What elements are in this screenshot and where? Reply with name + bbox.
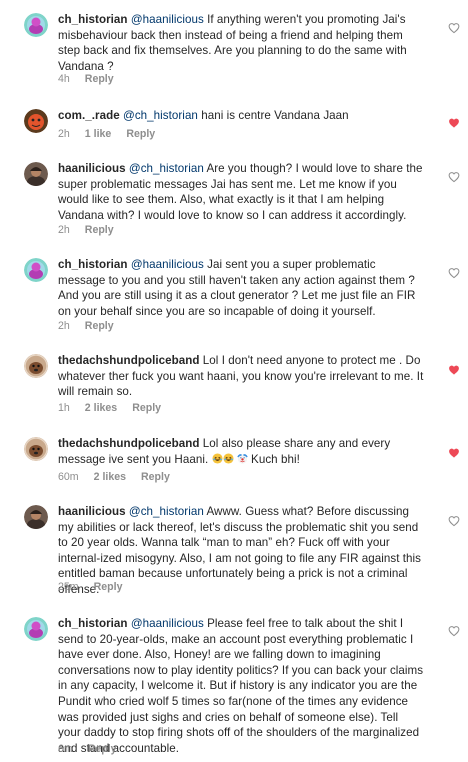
heart-icon[interactable] [448, 447, 460, 459]
reply-button[interactable]: Reply [88, 743, 117, 756]
grinning-squinting-face-emoji [212, 453, 223, 464]
comment-timestamp: 1h [58, 402, 70, 414]
mention-link[interactable]: @haanilicious [131, 13, 204, 26]
reply-button[interactable]: Reply [126, 128, 155, 141]
comment-timestamp: 4h [58, 73, 70, 85]
comment-meta: 2h Reply [58, 224, 114, 237]
comment-timestamp: 25m [58, 581, 79, 593]
comment-timestamp: 2h [58, 128, 70, 140]
reply-button[interactable]: Reply [141, 471, 170, 484]
heart-icon[interactable] [448, 267, 460, 279]
mention-link[interactable]: @ch_historian [129, 162, 204, 175]
comment-timestamp: 60m [58, 471, 79, 483]
comment-text: ch_historian @haanilicious If anything w… [58, 12, 424, 74]
grinning-squinting-face-emoji [223, 453, 234, 464]
mention-link[interactable]: @ch_historian [123, 109, 198, 122]
comment-text: com._.rade @ch_historian hani is centre … [58, 108, 424, 124]
avatar[interactable] [24, 505, 48, 529]
mention-link[interactable]: @haanilicious [131, 258, 204, 271]
comment-username[interactable]: thedachshundpoliceband [58, 354, 200, 367]
avatar[interactable] [24, 162, 48, 186]
heart-icon[interactable] [448, 22, 460, 34]
comment-meta: 2h Reply [58, 320, 114, 333]
comment-text: thedachshundpoliceband Lol also please s… [58, 436, 424, 467]
comment-timestamp: 2h [58, 224, 70, 236]
comment-meta: 60m 2 likes Reply [58, 471, 170, 484]
avatar[interactable] [24, 109, 48, 133]
avatar[interactable] [24, 617, 48, 641]
comment-text: thedachshundpoliceband Lol I don't need … [58, 353, 424, 400]
mention-link[interactable]: @haanilicious [131, 617, 204, 630]
comment-username[interactable]: haanilicious [58, 505, 126, 518]
comment-meta: 4h Reply [58, 73, 114, 86]
mention-link[interactable]: @ch_historian [129, 505, 204, 518]
heart-icon[interactable] [448, 625, 460, 637]
reply-button[interactable]: Reply [85, 224, 114, 237]
clown-face-emoji [237, 453, 248, 464]
heart-icon[interactable] [448, 515, 460, 527]
comment-username[interactable]: haanilicious [58, 162, 126, 175]
like-count[interactable]: 2 likes [85, 402, 117, 415]
comment-meta: 1h 2 likes Reply [58, 402, 161, 415]
avatar[interactable] [24, 13, 48, 37]
comment-body-end: Kuch bhi! [247, 452, 300, 466]
comment-text: ch_historian @haanilicious Please feel f… [58, 616, 424, 756]
avatar[interactable] [24, 354, 48, 378]
avatar[interactable] [24, 258, 48, 282]
comment-timestamp: 6m [58, 743, 73, 755]
comment-body: Please feel free to talk about the shit … [58, 617, 424, 755]
reply-button[interactable]: Reply [94, 581, 123, 594]
comment-body: hani is centre Vandana Jaan [197, 109, 349, 122]
comment-text: ch_historian @haanilicious Jai sent you … [58, 257, 424, 319]
heart-icon[interactable] [448, 117, 460, 129]
comment-username[interactable]: thedachshundpoliceband [58, 437, 200, 450]
reply-button[interactable]: Reply [132, 402, 161, 415]
heart-icon[interactable] [448, 171, 460, 183]
like-count[interactable]: 1 like [85, 128, 112, 141]
comment-username[interactable]: ch_historian [58, 13, 128, 26]
reply-button[interactable]: Reply [85, 73, 114, 86]
comment-username[interactable]: ch_historian [58, 617, 128, 630]
comment-meta: 6m Reply [58, 743, 117, 756]
comment-meta: 2h 1 like Reply [58, 128, 155, 141]
avatar[interactable] [24, 437, 48, 461]
comment-meta: 25m Reply [58, 581, 122, 594]
reply-button[interactable]: Reply [85, 320, 114, 333]
heart-icon[interactable] [448, 364, 460, 376]
like-count[interactable]: 2 likes [94, 471, 126, 484]
comment-username[interactable]: ch_historian [58, 258, 128, 271]
comment-username[interactable]: com._.rade [58, 109, 120, 122]
comment-timestamp: 2h [58, 320, 70, 332]
comment-text: haanilicious @ch_historian Are you thoug… [58, 161, 424, 223]
